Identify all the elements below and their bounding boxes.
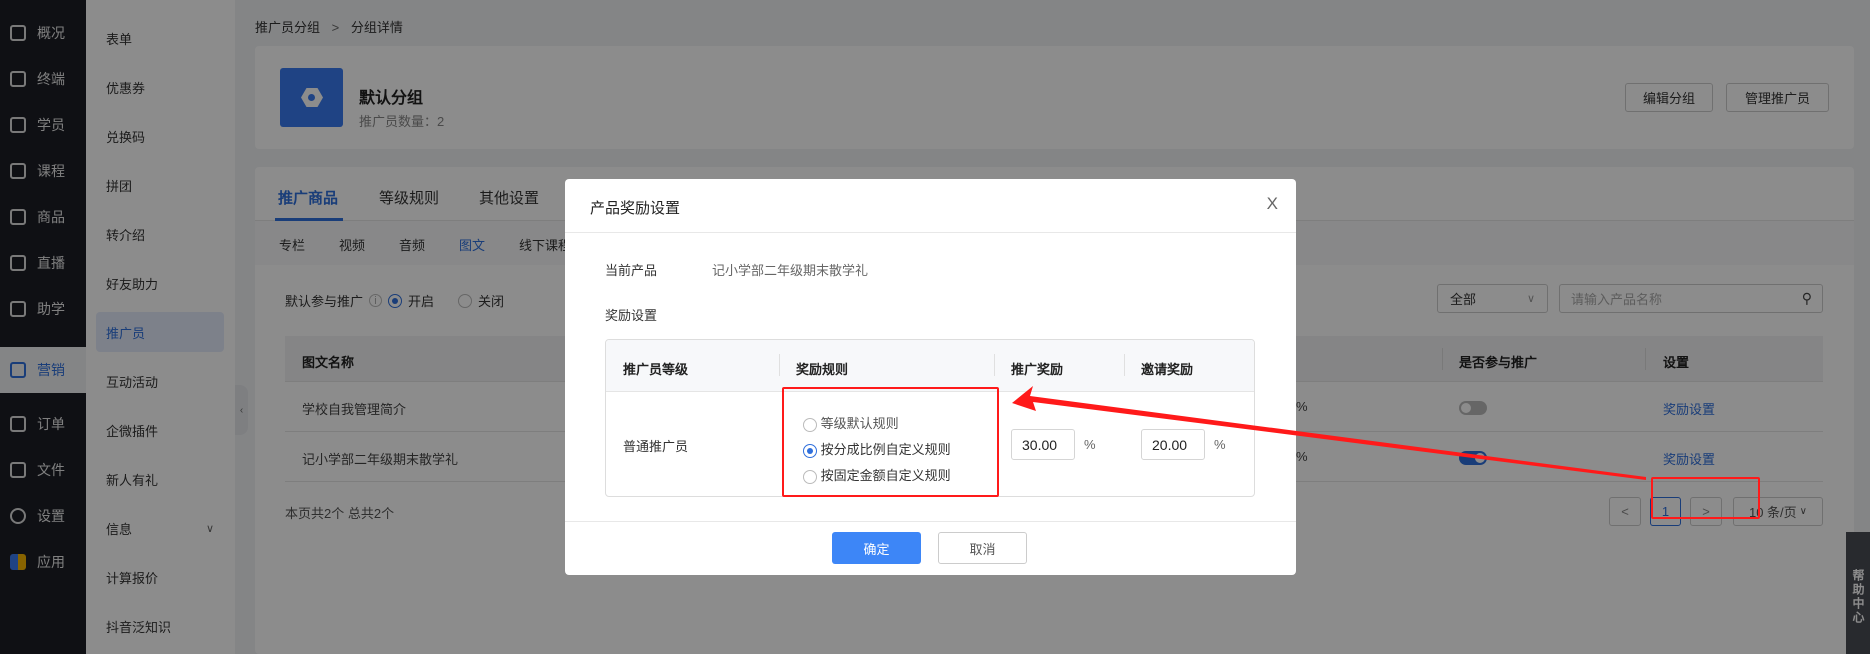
annotation-arrow-icon (1012, 386, 1646, 480)
